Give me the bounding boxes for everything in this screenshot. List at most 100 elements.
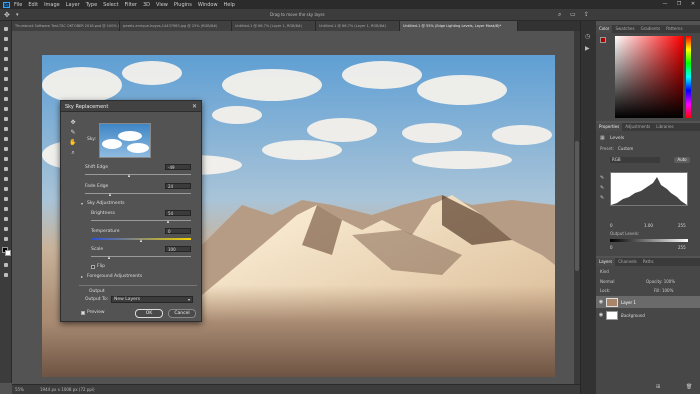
move-tool-icon[interactable]: ✥ [4,9,10,21]
share-icon[interactable]: ⇪ [584,9,589,21]
marquee-tool-icon[interactable] [2,35,10,43]
menu-edit[interactable]: Edit [28,2,38,8]
tab-document-4[interactable]: Untitled-1 @ 66.7% (Layer 1, RGB/8#) [316,21,400,31]
eyedropper-gray-icon[interactable]: ✎ [600,185,604,191]
shift-edge-value[interactable]: -49 [165,164,191,170]
brightness-slider-handle[interactable] [166,220,169,223]
layer-name[interactable]: Layer 1 [621,300,636,305]
hue-slider[interactable] [686,36,691,118]
crop-tool-icon[interactable] [2,65,10,73]
brightness-value[interactable]: 54 [165,210,191,216]
type-tool-icon[interactable] [2,185,10,193]
scale-slider[interactable] [91,256,191,257]
more-tools-icon[interactable] [2,235,10,243]
frame-tool-icon[interactable] [2,75,10,83]
background-color-swatch[interactable] [5,250,11,256]
tab-paths[interactable]: Paths [640,258,657,266]
eyedropper-tool-icon[interactable] [2,85,10,93]
input-level-gamma[interactable]: 1.00 [644,223,653,228]
path-selection-tool-icon[interactable] [2,195,10,203]
channel-select[interactable]: RGB [610,157,660,163]
tab-patterns[interactable]: Patterns [663,25,685,33]
tab-layers[interactable]: Layers [596,258,616,266]
tab-swatches[interactable]: Swatches [612,25,637,33]
brush-tool-icon[interactable] [2,105,10,113]
menu-filter[interactable]: Filter [125,2,137,8]
hand-tool-icon[interactable]: ✋ [69,139,77,147]
zoom-tool-icon[interactable]: ⌕ [69,149,77,157]
layer-filter-kind[interactable]: Kind [600,269,609,274]
menu-view[interactable]: View [156,2,168,8]
foreground-color-chip[interactable] [600,37,606,43]
fill-field[interactable]: Fill: 100% [654,288,673,293]
layer-row-selected[interactable]: ◉ Layer 1 [596,296,700,308]
hand-tool-icon[interactable] [2,215,10,223]
output-level-white[interactable]: 255 [678,245,686,250]
menu-image[interactable]: Image [44,2,60,8]
brightness-slider[interactable] [91,220,191,221]
shift-edge-slider[interactable] [85,174,191,175]
close-window-button[interactable]: ✕ [686,0,700,9]
temperature-value[interactable]: 0 [165,228,191,234]
history-icon[interactable]: ◷ [585,33,590,40]
minimize-button[interactable]: — [658,0,672,9]
tab-channels[interactable]: Channels [615,258,640,266]
menu-file[interactable]: File [14,2,22,8]
quick-select-tool-icon[interactable] [2,55,10,63]
sky-preset-thumbnail[interactable] [99,123,151,158]
clone-stamp-tool-icon[interactable] [2,115,10,123]
menu-window[interactable]: Window [198,2,218,8]
menu-type[interactable]: Type [86,2,97,8]
fade-edge-slider-handle[interactable] [108,193,111,196]
tab-adjustments[interactable]: Adjustments [622,123,653,131]
scale-value[interactable]: 100 [165,246,191,252]
tab-libraries[interactable]: Libraries [653,123,676,131]
restore-button[interactable]: ❐ [672,0,686,9]
auto-button[interactable]: Auto [674,157,690,163]
tool-preset-chevron-icon[interactable]: ▾ [16,9,19,21]
output-to-select[interactable]: New Layers ▾ [111,296,193,303]
move-tool-icon[interactable] [2,25,10,33]
workspace-icon[interactable]: ▭ [570,9,576,21]
eyedropper-white-icon[interactable]: ✎ [600,195,604,201]
temperature-slider-handle[interactable] [139,239,142,242]
menu-layer[interactable]: Layer [66,2,80,8]
menu-3d[interactable]: 3D [143,2,150,8]
actions-icon[interactable]: ▶ [585,45,590,52]
color-picker-field[interactable] [615,36,683,118]
rectangle-tool-icon[interactable] [2,205,10,213]
cancel-button[interactable]: Cancel [168,309,196,318]
tab-document-2[interactable]: pexels-enrique-hoyos-14437983.jpg @ 25% … [120,21,232,31]
screen-mode-icon[interactable] [2,271,10,279]
sky-move-tool-icon[interactable]: ✥ [69,119,77,127]
gradient-tool-icon[interactable] [2,145,10,153]
chevron-right-icon[interactable]: ▸ [81,274,83,279]
input-level-white[interactable]: 255 [678,223,686,228]
eraser-tool-icon[interactable] [2,135,10,143]
new-layer-icon[interactable]: ⊞ [656,384,660,390]
sky-adjustments-heading[interactable]: Sky Adjustments [87,201,125,206]
tab-gradients[interactable]: Gradients [638,25,664,33]
scale-slider-handle[interactable] [107,256,110,259]
zoom-level[interactable]: 55% [15,387,24,392]
eyedropper-black-icon[interactable]: ✎ [600,175,604,181]
dialog-title-bar[interactable]: Sky Replacement ✕ [61,101,201,112]
foreground-adjustments-heading[interactable]: Foreground Adjustments [87,274,142,279]
tab-document-active[interactable]: Untitled-1 @ 55% (Edge Lighting Levels, … [400,21,518,31]
blend-mode-select[interactable]: Normal [600,279,614,284]
lasso-tool-icon[interactable] [2,45,10,53]
zoom-tool-icon[interactable] [2,225,10,233]
tab-document-1[interactable]: Thumbnail Software Test-TSC OKTOBER 2018… [12,21,120,31]
menu-select[interactable]: Select [103,2,118,8]
tab-document-3[interactable]: Untitled-1 @ 66.7% (Layer 1, RGB/8#) [232,21,316,31]
visibility-eye-icon[interactable]: ◉ [596,312,606,318]
menu-plugins[interactable]: Plugins [174,2,192,8]
layer-name[interactable]: Background [621,313,645,318]
blur-tool-icon[interactable] [2,155,10,163]
opacity-field[interactable]: Opacity: 100% [646,279,675,284]
input-level-black[interactable]: 0 [610,223,613,228]
close-icon[interactable]: ✕ [192,103,197,110]
preset-select[interactable]: Custom [618,146,633,151]
search-icon[interactable]: ⌕ [558,9,561,21]
sky-brush-tool-icon[interactable]: ✎ [69,129,77,137]
